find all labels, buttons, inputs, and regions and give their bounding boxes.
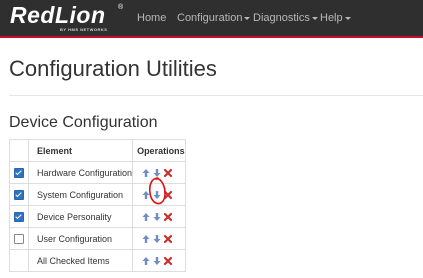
navbar: RedLion ® BY HMS NETWORKS Home Configura… [0, 0, 423, 38]
nav-configuration-label: Configuration [177, 12, 243, 24]
download-arrow-down-icon[interactable] [152, 234, 162, 244]
page-title: Configuration Utilities [9, 56, 217, 81]
table-header-row: Element Operations [9, 139, 187, 162]
table-row: Hardware Configuration [9, 161, 187, 184]
checkbox-checked[interactable] [14, 189, 24, 200]
caret-down-icon [244, 16, 251, 20]
table-row: System Configuration [9, 183, 187, 206]
nav-configuration[interactable]: Configuration [177, 11, 251, 25]
nav-home[interactable]: Home [137, 11, 166, 25]
caret-down-icon [344, 16, 351, 20]
download-arrow-down-icon[interactable] [152, 168, 162, 178]
download-arrow-down-icon[interactable] [152, 190, 162, 200]
operations-cell [132, 227, 187, 250]
nav-help-label: Help [320, 12, 343, 24]
element-name: User Configuration [27, 227, 134, 250]
row-checkbox-cell [9, 183, 29, 206]
download-arrow-down-icon[interactable] [152, 256, 162, 266]
operations-cell [132, 249, 187, 272]
section-title-device-configuration: Device Configuration [9, 114, 158, 131]
divider [9, 95, 423, 96]
device-configuration-table: Element Operations Hardware Configuratio… [9, 139, 187, 272]
redlion-logo[interactable]: RedLion [10, 2, 106, 28]
download-arrow-down-icon[interactable] [152, 212, 162, 222]
operations-cell [132, 183, 187, 206]
table-row: Device Personality [9, 205, 187, 228]
brand-subtitle: BY HMS NETWORKS [60, 27, 108, 32]
upload-arrow-up-icon[interactable] [141, 212, 151, 222]
operations-cell [132, 161, 187, 184]
upload-arrow-up-icon[interactable] [141, 256, 151, 266]
element-name: Hardware Configuration [27, 161, 134, 184]
caret-down-icon [311, 16, 318, 20]
delete-x-icon[interactable] [163, 256, 173, 266]
nav-diagnostics-label: Diagnostics [253, 12, 310, 24]
row-checkbox-cell [9, 205, 29, 228]
table-row: User Configuration [9, 227, 187, 250]
checkbox-checked[interactable] [14, 211, 24, 222]
checkbox-unchecked[interactable] [14, 233, 24, 244]
nav-help[interactable]: Help [320, 11, 351, 25]
upload-arrow-up-icon[interactable] [141, 234, 151, 244]
row-checkbox-cell [9, 227, 29, 250]
delete-x-icon[interactable] [163, 168, 173, 178]
delete-x-icon[interactable] [163, 212, 173, 222]
element-name: Device Personality [27, 205, 134, 228]
row-checkbox-cell [9, 161, 29, 184]
element-name: All Checked Items [27, 249, 134, 272]
header-checkbox-column [9, 139, 29, 162]
header-operations: Operations [132, 139, 187, 162]
upload-arrow-up-icon[interactable] [141, 190, 151, 200]
nav-home-label: Home [137, 12, 167, 24]
upload-arrow-up-icon[interactable] [141, 168, 151, 178]
table-row: All Checked Items [9, 249, 187, 272]
element-name: System Configuration [27, 183, 134, 206]
operations-cell [132, 205, 187, 228]
nav-diagnostics[interactable]: Diagnostics [253, 11, 318, 25]
delete-x-icon[interactable] [163, 234, 173, 244]
checkbox-checked[interactable] [14, 167, 24, 178]
delete-x-icon[interactable] [163, 190, 173, 200]
row-checkbox-cell [9, 249, 29, 272]
registered-mark: ® [118, 4, 124, 11]
header-element: Element [27, 139, 134, 162]
